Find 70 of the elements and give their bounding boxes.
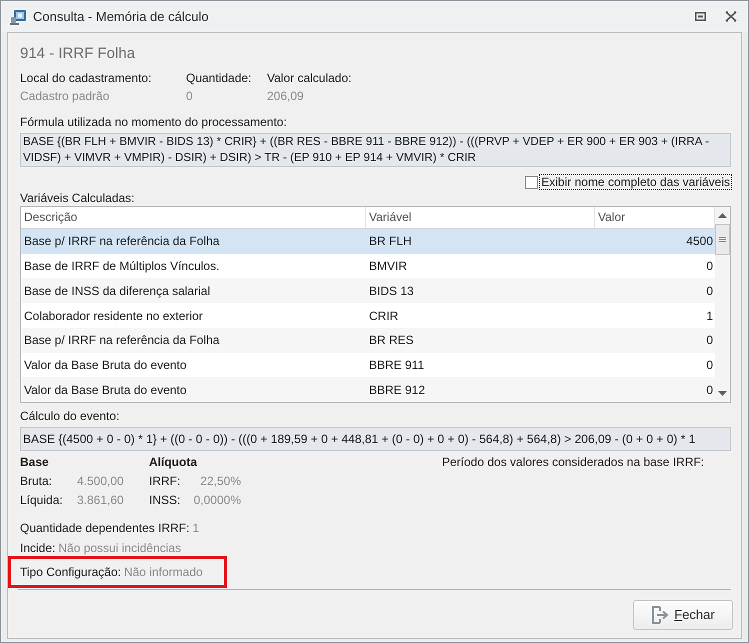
close-button[interactable]: Fechar <box>633 600 733 630</box>
table-cell-text: Valor da Base Bruta do evento <box>23 382 188 398</box>
table-row[interactable]: Base p/ IRRF na referência da Folha BR RES 0 <box>21 328 715 353</box>
table-cell-text: 4500 <box>686 233 714 250</box>
column-header[interactable]: Descrição <box>21 207 366 228</box>
table-cell-text: Colaborador residente no exterior <box>23 308 204 324</box>
table-row[interactable]: Base de IRRF de Múltiplos Vínculos. BMVIR 0 <box>21 254 715 278</box>
table-cell-text: BIDS 13 <box>368 282 415 299</box>
table-cell-text: 0 <box>706 332 714 348</box>
base-value: 3.861,60 <box>77 492 125 508</box>
window-title: Consulta - Memória de cálculo <box>33 8 209 26</box>
table-cell-text: BBRE 912 <box>368 382 426 398</box>
checkbox-label[interactable]: Exibir nome completo das variáveis <box>540 175 731 189</box>
base-label: Bruta: <box>20 473 54 489</box>
table-cell-text: Base de IRRF de Múltiplos Vínculos. <box>23 258 220 274</box>
down-arrow-icon[interactable] <box>718 391 727 396</box>
table-cell-text: BR RES <box>368 332 415 348</box>
group-title: Base <box>20 454 50 470</box>
monitor-icon <box>10 8 27 24</box>
field-label: Local do cadastramento: <box>20 70 152 86</box>
detail-value: 1 <box>192 520 200 536</box>
table-row[interactable]: Valor da Base Bruta do evento BBRE 911 0 <box>21 352 715 378</box>
field-label: Quantidade: <box>186 70 252 86</box>
field-value: 206,09 <box>267 88 304 104</box>
restore-icon[interactable] <box>695 12 706 21</box>
field-value: 0 <box>186 88 193 104</box>
calculation-field: BASE {(4500 + 0 - 0) * 1} + ((0 - 0 - 0)) - (((0 + 189,59 + 0 + 448,81 + (0 - 0) + 0 + 0) - 564,8) + 564,8) > 206,09 - (0 + 0 + 0) * 1 <box>20 427 731 451</box>
table-cell-text: BMVIR <box>368 258 408 274</box>
table-cell-text: Base p/ IRRF na referência da Folha <box>23 233 220 250</box>
base-label: Líquida: <box>20 492 64 508</box>
field-value: Cadastro padrão <box>20 88 110 104</box>
group-title: Alíquota <box>149 454 198 470</box>
table-row[interactable]: Valor da Base Bruta do evento BBRE 912 0 <box>21 377 715 402</box>
field-label: Valor calculado: <box>267 70 352 86</box>
table-cell-text: BR FLH <box>368 233 413 250</box>
table-cell-text: 1 <box>706 308 714 324</box>
up-arrow-icon[interactable] <box>718 213 727 218</box>
section-label: Cálculo do evento: <box>20 408 120 424</box>
checkbox[interactable] <box>525 176 538 188</box>
formula-field: BASE {(BR FLH + BMVIR - BIDS 13) * CRIR} + ((BR RES - BBRE 911 - BBRE 912)) - (((PRVP + VDEP + ER 900 + ER 903 + (IRRA - VIDSF) + VIMVR + VMPIR) - DSIR) + DSIR) > TR - (EP 910 + EP 914 + VMVIR) * CRIR <box>20 133 731 167</box>
section-label: Variáveis Calculadas: <box>20 190 134 206</box>
detail-label: Incide: <box>20 540 56 556</box>
table-cell-text: BBRE 911 <box>368 356 426 373</box>
scrollbar-thumb[interactable] <box>715 224 730 255</box>
rate-value: 22,50% <box>199 473 241 489</box>
close-icon[interactable] <box>725 11 737 22</box>
table-cell-text: 0 <box>706 382 714 398</box>
table-cell-text: 0 <box>706 356 714 373</box>
table-row[interactable]: Base de INSS da diferença salarial BIDS 13 0 <box>21 278 715 304</box>
detail-value: Não possui incidências <box>58 540 182 556</box>
rate-label: IRRF: <box>149 473 182 489</box>
formula-label: Fórmula utilizada no momento do processamento: <box>20 114 287 130</box>
grip-icon <box>719 237 726 242</box>
table-cell-text: Valor da Base Bruta do evento <box>23 356 188 373</box>
column-header[interactable]: Variável <box>366 207 595 228</box>
detail-label: Quantidade dependentes IRRF: <box>20 520 190 536</box>
table-row[interactable]: Base p/ IRRF na referência da Folha BR FLH 4500 <box>21 229 715 254</box>
rate-value: 0,0000% <box>192 492 241 508</box>
detail-label: Tipo Configuração: <box>20 564 121 580</box>
table-cell-text: 0 <box>706 282 714 299</box>
table-cell-text: CRIR <box>368 308 400 324</box>
table-cell-text: 0 <box>706 258 714 274</box>
period-label: Período dos valores considerados na base IRRF: <box>442 454 704 470</box>
base-value: 4.500,00 <box>77 473 125 489</box>
event-title: 914 - IRRF Folha <box>20 44 136 64</box>
table-cell-text: Base de INSS da diferença salarial <box>23 282 212 299</box>
table-cell-text: Base p/ IRRF na referência da Folha <box>23 332 220 348</box>
detail-value: Não informado <box>124 564 203 580</box>
scrollbar[interactable] <box>715 207 730 402</box>
rate-label: INSS: <box>149 492 182 508</box>
